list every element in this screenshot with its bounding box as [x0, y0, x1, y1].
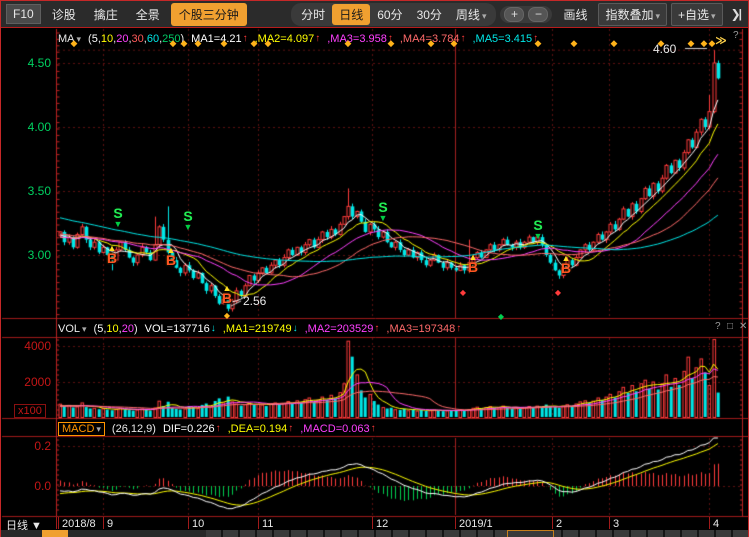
tab-weekly-label: 周线 — [456, 8, 480, 22]
indicator-name: MA — [58, 33, 75, 45]
maximize-icon[interactable]: □ — [727, 321, 733, 332]
toolbar-right-group: 分时 日线 60分 30分 周线▾ + − 画线 指数叠加▾ +自选▾ ❯| — [291, 3, 748, 26]
help-icon[interactable]: ? — [733, 30, 739, 41]
indicator-dropdown[interactable]: VOL▾ — [58, 323, 87, 335]
index-overlay-button[interactable]: 指数叠加▾ — [598, 3, 667, 26]
catch-banker-button[interactable]: 擒庄 — [87, 3, 125, 26]
tab-weekly[interactable]: 周线▾ — [449, 4, 494, 25]
scrollbar-thumb[interactable] — [42, 530, 68, 537]
chevron-down-icon: ▾ — [82, 324, 87, 334]
close-icon[interactable]: ✕ — [739, 321, 747, 332]
tab-daily[interactable]: 日线 — [332, 4, 370, 25]
add-watchlist-button[interactable]: +自选▾ — [671, 3, 723, 26]
indicator-dropdown[interactable]: MACD▾ — [58, 422, 105, 436]
panorama-button[interactable]: 全景 — [129, 3, 167, 26]
zoom-in-button[interactable]: + — [504, 7, 524, 22]
tab-30min[interactable]: 30分 — [410, 4, 449, 25]
indicator-name: VOL — [58, 323, 80, 335]
chevron-down-icon: ▾ — [656, 11, 661, 21]
period-tabs: 分时 日线 60分 30分 周线▾ — [291, 3, 496, 26]
indicator-dropdown[interactable]: MA▾ — [58, 33, 81, 45]
chart-canvas[interactable] — [1, 1, 749, 537]
chevron-down-icon: ▾ — [711, 11, 716, 21]
chevron-down-icon: ▾ — [96, 424, 101, 434]
scrollbar-range[interactable] — [507, 530, 554, 537]
draw-line-button[interactable]: 画线 — [556, 3, 594, 26]
help-icon[interactable]: ? — [715, 321, 721, 332]
scrollbar-track — [206, 530, 749, 537]
chevron-down-icon: ▾ — [482, 11, 487, 21]
stock-3min-button[interactable]: 个股三分钟 — [171, 3, 247, 26]
add-watchlist-label: +自选 — [678, 8, 709, 22]
zoom-controls: + − — [500, 6, 552, 23]
diagnose-stock-button[interactable]: 诊股 — [45, 3, 83, 26]
toolbar: F10 诊股 擒庄 全景 个股三分钟 分时 日线 60分 30分 周线▾ + −… — [1, 1, 748, 28]
index-overlay-label: 指数叠加 — [605, 8, 653, 22]
skip-next-icon[interactable]: ❯| — [727, 7, 744, 21]
indicator-name: MACD — [62, 423, 94, 435]
tab-intraday[interactable]: 分时 — [294, 4, 332, 25]
chevron-down-icon: ▾ — [77, 34, 82, 44]
horizontal-scrollbar[interactable] — [1, 530, 749, 537]
tab-60min[interactable]: 60分 — [370, 4, 409, 25]
stock-chart-app: F10 诊股 擒庄 全景 个股三分钟 分时 日线 60分 30分 周线▾ + −… — [0, 0, 749, 537]
toolbar-left-group: F10 诊股 擒庄 全景 个股三分钟 — [1, 3, 247, 26]
zoom-out-button[interactable]: − — [528, 7, 548, 22]
f10-button[interactable]: F10 — [6, 4, 41, 24]
